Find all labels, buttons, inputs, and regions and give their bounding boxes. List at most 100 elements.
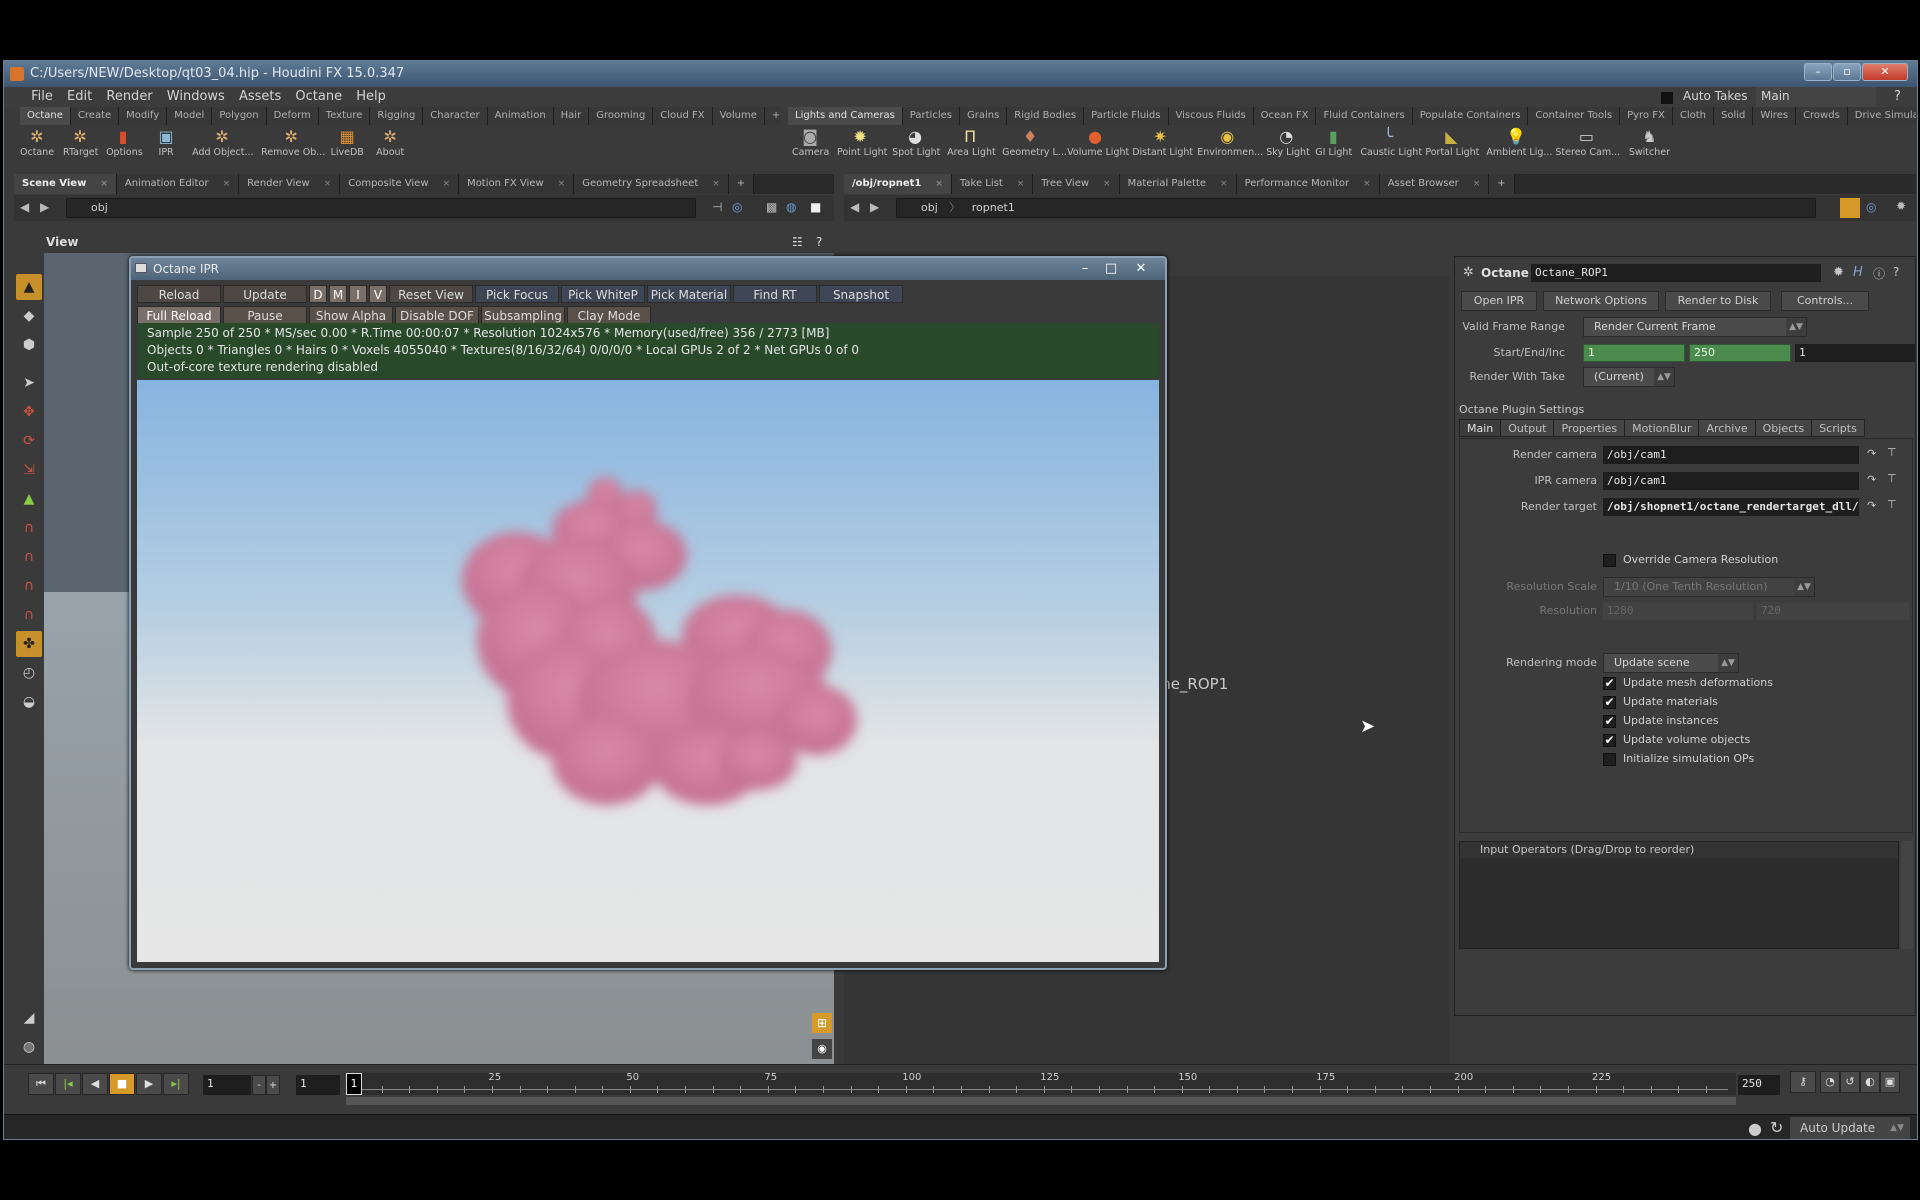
shelf-tool-camera[interactable]: ◙ Camera [792, 127, 829, 158]
choose-op-icon[interactable]: ⊤ [1887, 446, 1897, 459]
choose-op-icon[interactable]: ⊤ [1887, 498, 1897, 511]
take-selector[interactable]: Main [1756, 87, 1876, 107]
shelf-tool-options[interactable]: ▮ Options [106, 127, 143, 158]
timeline-range-scrollbar[interactable] [346, 1097, 1736, 1105]
scale-tool-icon[interactable]: ⇲ [16, 457, 42, 483]
tab-ropnet1[interactable]: /obj/ropnet1 × [844, 174, 952, 194]
shelf-tool-ipr[interactable]: ▣ IPR [149, 127, 183, 158]
network-view-toggle-icon[interactable] [1840, 198, 1860, 218]
move-tool-icon[interactable]: ✥ [16, 399, 42, 425]
m-button[interactable]: M [329, 285, 347, 303]
ipr-minimize-button[interactable]: – [1071, 258, 1099, 280]
close-tab-icon[interactable]: × [712, 179, 720, 189]
close-tab-icon[interactable]: × [1017, 179, 1025, 189]
shelf-tab[interactable]: Solid [1713, 107, 1754, 125]
menu-help[interactable]: Help [351, 87, 391, 106]
realtime-icon[interactable]: ◔ [1820, 1071, 1840, 1093]
frame-increment-button[interactable]: + [266, 1075, 280, 1095]
menu-file[interactable]: File [26, 87, 58, 106]
shelf-tool-geometry-light[interactable]: ♦ Geometry L... [1002, 127, 1067, 158]
start-frame-field[interactable]: 1 [1583, 344, 1685, 362]
pick-material-button[interactable]: Pick Material [647, 285, 731, 303]
tab-performance-monitor[interactable]: Performance Monitor × [1236, 174, 1380, 194]
update-instances-checkbox[interactable]: ✔ [1603, 715, 1616, 728]
menu-octane[interactable]: Octane [290, 87, 347, 106]
tab-geometry-spreadsheet[interactable]: Geometry Spreadsheet × [574, 174, 729, 194]
close-tab-icon[interactable]: × [1363, 179, 1371, 189]
shelf-tab[interactable]: Rigging [370, 107, 424, 125]
snap-grid-icon[interactable]: ∩ [16, 515, 42, 541]
play-reverse-button[interactable]: ◀ [82, 1073, 108, 1095]
v-button[interactable]: V [369, 285, 387, 303]
render-region-icon[interactable]: ◍ [16, 1034, 42, 1060]
close-tab-icon[interactable]: × [935, 179, 943, 189]
left-path-field[interactable]: obj [66, 198, 696, 218]
pause-button[interactable]: Pause [223, 306, 307, 324]
jump-to-icon[interactable]: ↷ [1867, 473, 1876, 486]
snap-prim-icon[interactable]: ∩ [16, 544, 42, 570]
pose-tool-icon[interactable]: ◴ [16, 660, 42, 686]
close-tab-icon[interactable]: × [1103, 179, 1111, 189]
snap-point-icon[interactable]: ∩ [16, 573, 42, 599]
help-icon[interactable]: ? [1893, 265, 1899, 279]
resolution-scale-menu[interactable]: 1/10 (One Tenth Resolution) ▲▼ [1603, 577, 1815, 597]
shelf-tab[interactable]: Fluid Containers [1316, 107, 1413, 125]
shelf-tab[interactable]: Create [70, 107, 120, 125]
shelf-tab[interactable]: Character [423, 107, 488, 125]
sculpt-tool-icon[interactable]: ◒ [16, 689, 42, 715]
resolution-height-field[interactable]: 720 [1757, 602, 1909, 620]
link-icon[interactable]: ◎ [1866, 200, 1876, 214]
shelf-tab[interactable]: Deform [266, 107, 319, 125]
view-options-icon[interactable]: ☷ [792, 231, 803, 253]
shelf-tool-point-light[interactable]: ✹ Point Light [837, 127, 887, 158]
tab-animation-editor[interactable]: Animation Editor × [116, 174, 240, 194]
loop-icon[interactable]: ↺ [1840, 1071, 1860, 1093]
subsampling-button[interactable]: Subsampling [481, 306, 565, 324]
select-tool-icon[interactable]: ➤ [16, 370, 42, 396]
help-icon[interactable]: ? [816, 231, 822, 253]
rotate-tool-icon[interactable]: ⟳ [16, 428, 42, 454]
reset-view-button[interactable]: Reset View [389, 285, 473, 303]
shelf-tab[interactable]: Grains [959, 107, 1008, 125]
jump-to-start-button[interactable]: ⏮ [28, 1073, 54, 1095]
close-button[interactable]: ✕ [1862, 63, 1908, 81]
shelf-tool-about[interactable]: ✲ About [373, 127, 407, 158]
shelf-tab[interactable]: Crowds [1796, 107, 1848, 125]
pick-whitepoint-button[interactable]: Pick WhiteP [561, 285, 645, 303]
tab-objects[interactable]: Objects [1754, 419, 1813, 437]
auto-takes-checkbox[interactable] [1661, 92, 1673, 104]
initialize-simulation-ops-checkbox[interactable] [1603, 753, 1616, 766]
render-to-disk-button[interactable]: Render to Disk [1665, 291, 1771, 311]
render-with-take-menu[interactable]: (Current) ▲▼ [1583, 367, 1675, 387]
ipr-maximize-button[interactable]: □ [1097, 258, 1125, 280]
reload-button[interactable]: Reload [137, 285, 221, 303]
close-tab-icon[interactable]: × [1473, 179, 1481, 189]
pin-icon[interactable]: ⊣ [712, 200, 722, 214]
shelf-tool-environment-light[interactable]: ◉ Environmen... [1197, 127, 1263, 158]
tab-motionblur[interactable]: MotionBlur [1624, 419, 1700, 437]
step-field[interactable]: 1 [296, 1075, 340, 1095]
shelf-tool-gi-light[interactable]: ▮ GI Light [1315, 127, 1352, 158]
shelf-tool-octane[interactable]: ✲ Octane [20, 127, 54, 158]
pick-focus-button[interactable]: Pick Focus [475, 285, 559, 303]
maximize-button[interactable]: ▫ [1833, 63, 1861, 81]
shelf-tab[interactable]: Hair [553, 107, 590, 125]
shelf-tool-switcher[interactable]: ♞ Switcher [1626, 127, 1672, 158]
update-volume-objects-checkbox[interactable]: ✔ [1603, 734, 1616, 747]
shelf-tab[interactable]: Texture [318, 107, 371, 125]
snapshot-button[interactable]: Snapshot [819, 285, 903, 303]
ipr-close-button[interactable]: ✕ [1127, 258, 1155, 280]
shelf-tab[interactable]: Animation [487, 107, 554, 125]
shelf-tab[interactable]: Grooming [589, 107, 654, 125]
cook-icon[interactable]: ● [1748, 1119, 1762, 1138]
viewport-layout-icon[interactable]: ⊞ [812, 1013, 832, 1033]
shelf-tool-add-object[interactable]: ✲ Add Object... [192, 127, 253, 158]
shelf-tool-area-light[interactable]: Π Area Light [947, 127, 996, 158]
menu-edit[interactable]: Edit [62, 87, 97, 106]
node-name-field[interactable]: Octane_ROP1 [1531, 264, 1821, 282]
shelf-tab[interactable]: Cloud FX [653, 107, 713, 125]
d-button[interactable]: D [309, 285, 327, 303]
step-back-key-button[interactable]: |◂ [55, 1073, 81, 1095]
find-rt-button[interactable]: Find RT [733, 285, 817, 303]
gear-icon[interactable]: ✹ [1833, 265, 1844, 280]
